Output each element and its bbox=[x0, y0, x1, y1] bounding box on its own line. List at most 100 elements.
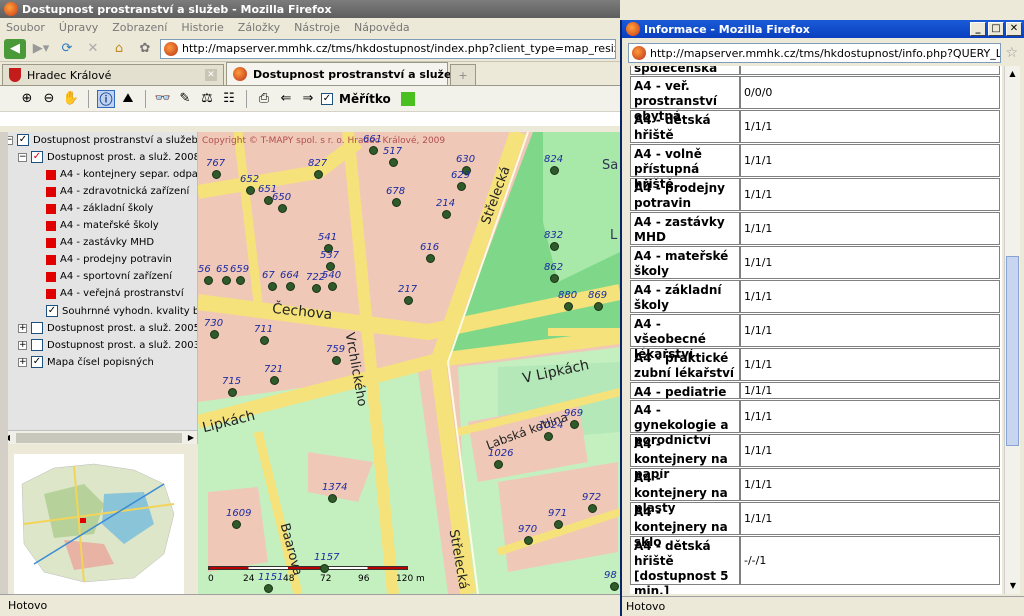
info-icon[interactable]: ⓘ bbox=[97, 89, 115, 108]
tree-marker-icon[interactable] bbox=[457, 182, 466, 191]
map-canvas[interactable]: Copyright © T-MAPY spol. s r. o. Hradec … bbox=[198, 132, 620, 594]
reload-icon[interactable]: ⟳ bbox=[56, 39, 78, 59]
house-number-label[interactable]: 67 bbox=[262, 270, 275, 281]
house-number-label[interactable]: 664 bbox=[280, 270, 299, 281]
layer-item-label[interactable]: A4 - veřejná prostranství bbox=[60, 288, 184, 299]
house-number-label[interactable]: 1026 bbox=[488, 448, 513, 459]
tree-marker-icon[interactable] bbox=[320, 564, 329, 573]
house-number-label[interactable]: 1024 bbox=[538, 420, 563, 431]
menu-zalozky[interactable]: Záložky bbox=[238, 21, 280, 34]
expand-icon[interactable]: + bbox=[18, 323, 27, 333]
house-number-label[interactable]: 1157 bbox=[314, 552, 339, 563]
tree-marker-icon[interactable] bbox=[494, 460, 503, 469]
tree-marker-icon[interactable] bbox=[610, 582, 619, 591]
house-number-label[interactable]: 1609 bbox=[226, 508, 251, 519]
house-number-label[interactable]: 767 bbox=[206, 158, 225, 169]
print-icon[interactable]: ⎙ bbox=[255, 90, 273, 108]
house-number-label[interactable]: 969 bbox=[564, 408, 583, 419]
house-number-label[interactable]: 65 bbox=[216, 264, 229, 275]
scroll-thumb[interactable] bbox=[1006, 256, 1019, 446]
measure-icon[interactable]: ⚖ bbox=[198, 90, 216, 108]
expand-icon[interactable]: + bbox=[18, 340, 27, 350]
layer-checkbox[interactable]: ✓ bbox=[17, 134, 29, 146]
house-number-label[interactable]: 721 bbox=[264, 364, 283, 375]
addon-icon[interactable]: ✿ bbox=[134, 39, 156, 59]
menu-historie[interactable]: Historie bbox=[181, 21, 223, 34]
layer-item-label[interactable]: A4 - sportovní zařízení bbox=[60, 271, 172, 282]
scale-color-swatch[interactable] bbox=[400, 91, 415, 106]
tree-marker-icon[interactable] bbox=[564, 302, 573, 311]
house-number-label[interactable]: 711 bbox=[254, 324, 273, 335]
tree-marker-icon[interactable] bbox=[268, 282, 277, 291]
house-number-label[interactable]: 537 bbox=[320, 250, 339, 261]
tree-marker-icon[interactable] bbox=[550, 166, 559, 175]
collapse-icon[interactable]: − bbox=[18, 152, 27, 162]
house-number-label[interactable]: 970 bbox=[518, 524, 537, 535]
tab-dostupnost[interactable]: Dostupnost prostranství a služeb ✕ bbox=[226, 62, 473, 85]
stop-icon[interactable]: ✕ bbox=[82, 39, 104, 59]
tree-marker-icon[interactable] bbox=[554, 520, 563, 529]
tree-marker-icon[interactable] bbox=[270, 376, 279, 385]
tab-hradec-kralove[interactable]: Hradec Králové ✕ bbox=[2, 64, 224, 85]
tree-marker-icon[interactable] bbox=[328, 494, 337, 503]
tree-marker-icon[interactable] bbox=[550, 242, 559, 251]
layer-checkbox[interactable] bbox=[31, 322, 43, 334]
house-number-label[interactable]: 214 bbox=[436, 198, 455, 209]
house-number-label[interactable]: 652 bbox=[240, 174, 259, 185]
scroll-up-icon[interactable]: ▲ bbox=[1005, 66, 1020, 82]
tree-marker-icon[interactable] bbox=[232, 520, 241, 529]
house-number-label[interactable]: 630 bbox=[456, 154, 475, 165]
zoom-in-icon[interactable]: ⊕ bbox=[18, 90, 36, 108]
layer-checkbox[interactable]: ✓ bbox=[46, 305, 58, 317]
close-window-button[interactable]: ✕ bbox=[1006, 22, 1022, 36]
house-number-label[interactable]: 540 bbox=[322, 270, 341, 281]
layer-item-label[interactable]: Souhrnné vyhodn. kvality bydl. bbox=[62, 306, 197, 317]
tree-marker-icon[interactable] bbox=[550, 274, 559, 283]
maximize-button[interactable]: □ bbox=[988, 22, 1004, 36]
house-number-label[interactable]: 730 bbox=[204, 318, 223, 329]
tree-marker-icon[interactable] bbox=[426, 254, 435, 263]
legend-icon[interactable]: ☷ bbox=[220, 90, 238, 108]
tree-marker-icon[interactable] bbox=[264, 584, 273, 593]
tree-marker-icon[interactable] bbox=[594, 302, 603, 311]
house-number-label[interactable]: 541 bbox=[318, 232, 337, 243]
close-tab-icon[interactable]: ✕ bbox=[205, 69, 217, 81]
tree-marker-icon[interactable] bbox=[332, 356, 341, 365]
history-back-icon[interactable]: ⇐ bbox=[277, 90, 295, 108]
overview-map[interactable] bbox=[14, 454, 184, 594]
house-number-label[interactable]: 862 bbox=[544, 262, 563, 273]
tree-marker-icon[interactable] bbox=[210, 330, 219, 339]
house-number-label[interactable]: 869 bbox=[588, 290, 607, 301]
tree-marker-icon[interactable] bbox=[392, 198, 401, 207]
house-number-label[interactable]: 629 bbox=[451, 170, 470, 181]
expand-icon[interactable]: + bbox=[18, 357, 27, 367]
bookmark-star-icon[interactable]: ☆ bbox=[1005, 45, 1018, 61]
new-tab-button[interactable]: + bbox=[450, 64, 476, 85]
tree-marker-icon[interactable] bbox=[222, 276, 231, 285]
layer-item-label[interactable]: A4 - základní školy bbox=[60, 203, 153, 214]
house-number-label[interactable]: 98 bbox=[604, 570, 617, 581]
info-scrollbar[interactable]: ▲ ▼ bbox=[1004, 66, 1020, 594]
menu-soubor[interactable]: Soubor bbox=[6, 21, 45, 34]
layer-checkbox[interactable]: ✓ bbox=[31, 151, 43, 163]
house-number-label[interactable]: 659 bbox=[230, 264, 249, 275]
layer-item-label[interactable]: A4 - zastávky MHD bbox=[60, 237, 154, 248]
zoom-out-icon[interactable]: ⊖ bbox=[40, 90, 58, 108]
layer-tool-icon[interactable]: ⛰ bbox=[119, 90, 137, 108]
house-number-label[interactable]: 650 bbox=[272, 192, 291, 203]
house-number-label[interactable]: 1151 bbox=[258, 572, 283, 583]
minimize-button[interactable]: _ bbox=[970, 22, 986, 36]
tree-marker-icon[interactable] bbox=[442, 210, 451, 219]
tree-marker-icon[interactable] bbox=[328, 282, 337, 291]
scale-checkbox[interactable]: ✓ bbox=[321, 92, 333, 105]
house-number-label[interactable]: 616 bbox=[420, 242, 439, 253]
menu-upravy[interactable]: Úpravy bbox=[59, 21, 98, 34]
house-number-label[interactable]: 715 bbox=[222, 376, 241, 387]
pan-hand-icon[interactable]: ✋ bbox=[62, 90, 80, 108]
binoculars-icon[interactable]: 👓 bbox=[154, 90, 172, 108]
layer-item-label[interactable]: A4 - mateřské školy bbox=[60, 220, 159, 231]
tree-marker-icon[interactable] bbox=[312, 284, 321, 293]
layer-item-label[interactable]: A4 - prodejny potravin bbox=[60, 254, 172, 265]
menu-napoveda[interactable]: Nápověda bbox=[354, 21, 410, 34]
house-number-label[interactable]: 759 bbox=[326, 344, 345, 355]
